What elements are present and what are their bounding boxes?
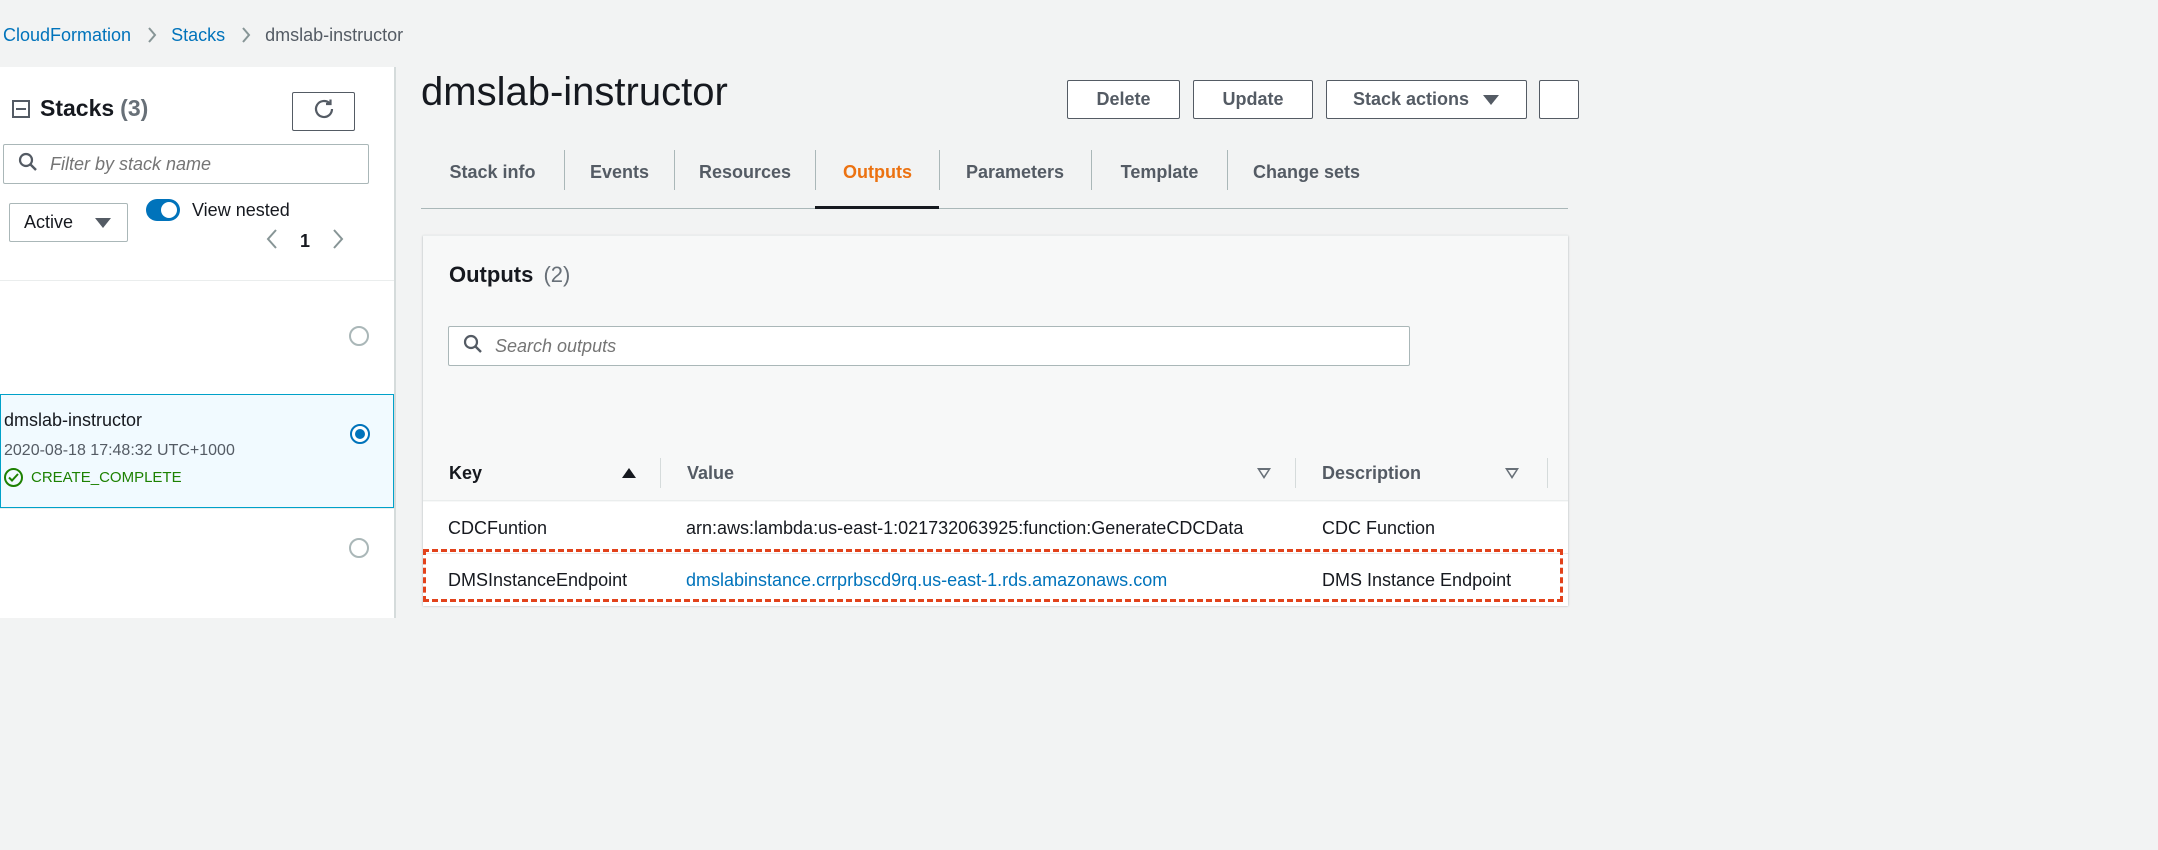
- check-circle-icon: [4, 468, 23, 487]
- column-divider: [1547, 458, 1548, 488]
- column-header-key[interactable]: Key: [449, 445, 639, 501]
- column-divider: [660, 458, 661, 488]
- output-key: DMSInstanceEndpoint: [448, 569, 628, 590]
- chevron-right-icon: [241, 26, 251, 44]
- view-nested-toggle[interactable]: [146, 199, 180, 221]
- chevron-left-icon[interactable]: [266, 228, 278, 255]
- tab-events[interactable]: Events: [565, 150, 674, 208]
- output-description: CDC Function: [1322, 517, 1436, 538]
- output-value: arn:aws:lambda:us-east-1:021732063925:fu…: [686, 517, 1244, 538]
- stack-list-item-selected[interactable]: dmslab-instructor 2020-08-18 17:48:32 UT…: [0, 394, 394, 508]
- search-icon: [18, 152, 38, 177]
- active-tab-indicator: [815, 206, 939, 209]
- tab-outputs[interactable]: Outputs: [816, 150, 939, 208]
- column-header-value[interactable]: Value: [687, 445, 1257, 501]
- search-icon: [463, 334, 483, 359]
- outputs-panel: Outputs (2) Key Value Description CDCFun…: [423, 235, 1568, 606]
- stacks-panel-header: Stacks (3): [12, 95, 148, 122]
- tab-template[interactable]: Template: [1092, 150, 1227, 208]
- update-button[interactable]: Update: [1193, 80, 1313, 119]
- outputs-count: (2): [543, 262, 571, 287]
- page-number[interactable]: 1: [300, 231, 310, 252]
- output-description: DMS Instance Endpoint: [1322, 569, 1512, 590]
- table-row: CDCFuntion arn:aws:lambda:us-east-1:0217…: [423, 502, 1568, 554]
- chevron-right-icon: [147, 26, 157, 44]
- page-title: dmslab-instructor: [421, 70, 728, 114]
- table-row: DMSInstanceEndpoint dmslabinstance.crrpr…: [423, 554, 1568, 606]
- column-divider: [1295, 458, 1296, 488]
- stack-tabs: Stack info Events Resources Outputs Para…: [421, 134, 1568, 209]
- breadcrumb-cloudformation[interactable]: CloudFormation: [3, 25, 131, 46]
- stacks-panel: Stacks (3) Active View nested 1: [0, 67, 396, 618]
- column-header-key-label: Key: [449, 462, 483, 483]
- refresh-button[interactable]: [292, 92, 355, 131]
- sort-icon[interactable]: [1257, 468, 1271, 479]
- outputs-title: Outputs: [449, 262, 534, 287]
- stack-filter-field[interactable]: [48, 152, 348, 176]
- sort-icon[interactable]: [1505, 468, 1519, 479]
- pagination: 1: [266, 228, 344, 255]
- stack-actions-label: Stack actions: [1353, 89, 1470, 109]
- stack-filter-input[interactable]: [3, 144, 369, 184]
- sort-ascending-icon[interactable]: [622, 468, 636, 478]
- column-header-description-label: Description: [1322, 462, 1422, 483]
- column-header-description[interactable]: Description: [1322, 445, 1502, 501]
- refresh-icon: [312, 97, 336, 126]
- breadcrumb: CloudFormation Stacks dmslab-instructor: [3, 22, 403, 48]
- caret-down-icon: [95, 217, 111, 228]
- stack-radio[interactable]: [349, 326, 369, 346]
- stack-status: CREATE_COMPLETE: [4, 468, 182, 487]
- stacks-count: (3): [120, 95, 149, 121]
- breadcrumb-current: dmslab-instructor: [265, 24, 404, 45]
- stack-radio-selected[interactable]: [350, 424, 370, 444]
- column-header-value-label: Value: [687, 462, 735, 483]
- tab-change-sets[interactable]: Change sets: [1228, 150, 1385, 208]
- view-nested-label: View nested: [192, 200, 290, 220]
- search-outputs-input[interactable]: [448, 326, 1410, 366]
- status-filter-value: Active: [24, 212, 74, 232]
- stack-created-time: 2020-08-18 17:48:32 UTC+1000: [4, 442, 235, 459]
- stack-name[interactable]: dmslab-instructor: [4, 410, 142, 431]
- stack-status-text: CREATE_COMPLETE: [31, 469, 182, 486]
- chevron-right-icon[interactable]: [332, 228, 344, 255]
- caret-down-icon: [1483, 94, 1500, 105]
- stack-list-item[interactable]: [0, 280, 394, 394]
- output-key: CDCFuntion: [448, 517, 548, 538]
- status-filter-select[interactable]: Active: [9, 203, 128, 242]
- collapse-icon[interactable]: [12, 99, 30, 118]
- outputs-header: Outputs (2): [449, 262, 570, 288]
- tab-stack-info[interactable]: Stack info: [421, 150, 564, 208]
- stack-list-item[interactable]: [0, 508, 394, 618]
- outputs-table-header: Key Value Description: [423, 445, 1568, 501]
- stack-radio[interactable]: [349, 538, 369, 558]
- search-outputs-field[interactable]: [493, 334, 793, 358]
- stack-actions-button[interactable]: Stack actions: [1326, 80, 1527, 119]
- delete-button[interactable]: Delete: [1067, 80, 1180, 119]
- tab-parameters[interactable]: Parameters: [940, 150, 1090, 208]
- output-value-link[interactable]: dmslabinstance.crrprbscd9rq.us-east-1.rd…: [686, 554, 1167, 606]
- create-stack-button[interactable]: [1539, 80, 1579, 119]
- tab-resources[interactable]: Resources: [675, 150, 815, 208]
- stacks-title: Stacks: [40, 95, 115, 121]
- breadcrumb-stacks[interactable]: Stacks: [171, 25, 225, 46]
